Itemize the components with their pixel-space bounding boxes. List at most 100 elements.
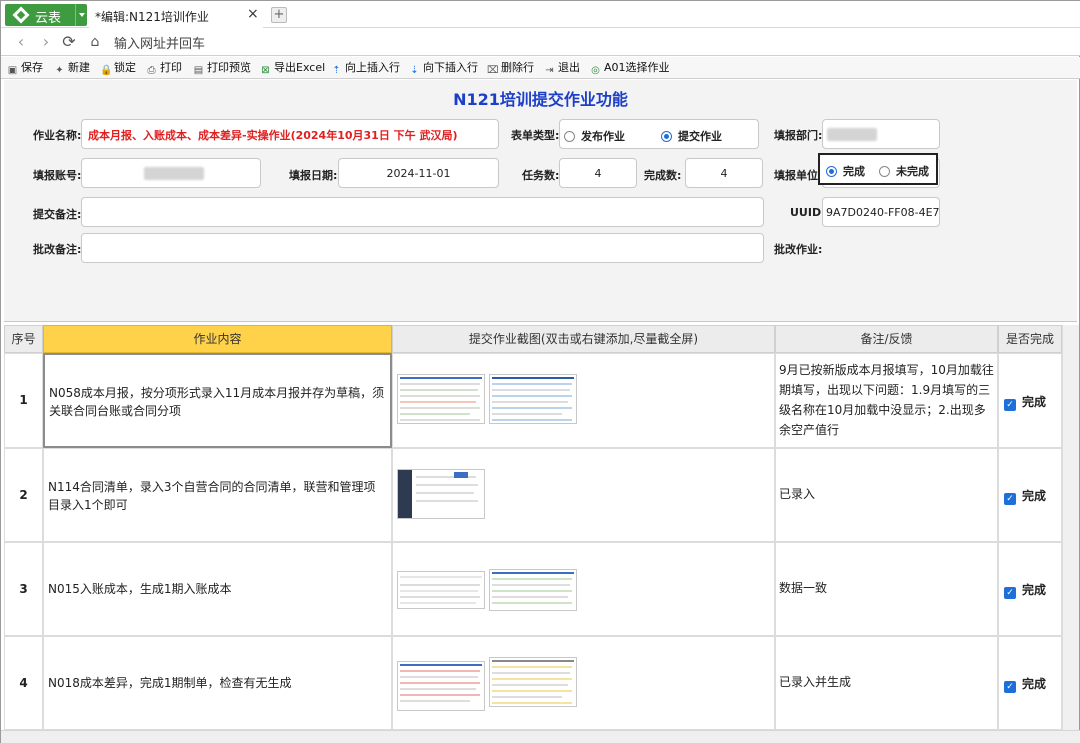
exit-button[interactable]: ⇥ 退出 xyxy=(544,60,580,76)
address-input[interactable]: 输入网址并回车 xyxy=(114,33,205,52)
print-button[interactable]: ⎙ 打印 xyxy=(146,60,183,76)
submit-note-field[interactable] xyxy=(81,197,764,227)
toolbar: ▣ 保存 ✦ 新建 🔒 锁定 ⎙ 打印 ▤ 打印预览 ⊠ 导出Excel ⇡ 向上插入行 ⇣ 向… xyxy=(1,57,1080,79)
screenshot-thumbnail[interactable] xyxy=(397,661,485,711)
row-screenshot-cell[interactable] xyxy=(392,542,775,636)
print-preview-button[interactable]: ▤ 打印预览 xyxy=(193,60,251,76)
tab-document[interactable]: *编辑:N121培训作业 × xyxy=(89,3,263,28)
insert-below-label: 向下插入行 xyxy=(423,61,478,74)
refresh-icon[interactable]: ⟳ xyxy=(59,32,79,52)
column-header-seq[interactable]: 序号 xyxy=(4,325,43,353)
row-done-cell[interactable]: ✓ 完成 xyxy=(998,448,1062,542)
screenshot-thumbnail[interactable] xyxy=(489,374,577,424)
radio-review-done[interactable]: 完成 xyxy=(826,163,865,179)
exit-label: 退出 xyxy=(558,61,580,74)
done-checkbox[interactable]: ✓ 完成 xyxy=(1004,675,1046,693)
chevron-down-icon[interactable] xyxy=(75,4,87,26)
dept-label: 填报部门: xyxy=(774,129,823,142)
row-screenshot-cell[interactable] xyxy=(392,353,775,448)
done-label: 完成 xyxy=(1022,583,1047,597)
new-button[interactable]: ✦ 新建 xyxy=(54,60,90,76)
form-type-field: 发布作业 提交作业 xyxy=(559,119,759,149)
lock-button[interactable]: 🔒 锁定 xyxy=(100,60,136,76)
screenshot-thumbnail[interactable] xyxy=(489,569,577,611)
done-checkbox[interactable]: ✓ 完成 xyxy=(1004,581,1046,599)
radio-on-icon xyxy=(661,131,672,142)
vertical-scrollbar[interactable] xyxy=(1062,325,1079,730)
app-window: 云表 *编辑:N121培训作业 × + ‹ › ⟳ ⌂ 输入网址并回车 ▣ 保存 … xyxy=(0,0,1080,743)
app-label: 云表 xyxy=(35,11,62,26)
close-icon[interactable]: × xyxy=(247,6,259,22)
radio-off-icon xyxy=(879,166,890,177)
screenshot-thumbnail[interactable] xyxy=(397,469,485,519)
radio-review-done-label: 完成 xyxy=(843,165,865,178)
radio-review-undone[interactable]: 未完成 xyxy=(879,163,929,179)
done-count-field[interactable]: 4 xyxy=(685,158,763,188)
done-checkbox[interactable]: ✓ 完成 xyxy=(1004,487,1046,505)
row-content-cell[interactable]: N018成本差异，完成1期制单，检查有无生成 xyxy=(43,636,392,730)
column-header-done[interactable]: 是否完成 xyxy=(998,325,1062,353)
radio-publish[interactable]: 发布作业 xyxy=(564,128,625,144)
done-label: 完成 xyxy=(1022,395,1047,409)
export-excel-label: 导出Excel xyxy=(274,61,326,74)
account-field[interactable] xyxy=(81,158,261,188)
row-content-cell[interactable]: N015入账成本，生成1期入账成本 xyxy=(43,542,392,636)
horizontal-scrollbar[interactable] xyxy=(1,730,1080,743)
row-note-cell[interactable]: 已录入并生成 xyxy=(775,636,998,730)
row-note-cell[interactable]: 9月已按新版成本月报填写，10月加载往期填写，出现以下问题：1.9月填写的三级名… xyxy=(775,353,998,448)
review-note-field[interactable] xyxy=(81,233,764,263)
row-content-cell[interactable]: N058成本月报，按分项形式录入11月成本月报并存为草稿，须关联合同台账或合同分… xyxy=(43,353,392,448)
navigation-bar: ‹ › ⟳ ⌂ 输入网址并回车 xyxy=(1,28,1080,56)
column-header-content[interactable]: 作业内容 xyxy=(43,325,392,353)
task-name-field[interactable]: 成本月报、入账成本、成本差异-实操作业(2024年10月31日 下午 武汉局) xyxy=(81,119,499,149)
checkbox-checked-icon: ✓ xyxy=(1004,681,1016,693)
preview-icon: ▤ xyxy=(193,65,204,76)
radio-submit[interactable]: 提交作业 xyxy=(661,128,722,144)
row-done-cell[interactable]: ✓ 完成 xyxy=(998,353,1062,448)
column-header-note[interactable]: 备注/反馈 xyxy=(775,325,998,353)
delete-row-button[interactable]: ⌧ 删除行 xyxy=(487,60,534,76)
row-screenshot-cell[interactable] xyxy=(392,636,775,730)
radio-review-undone-label: 未完成 xyxy=(896,165,929,178)
done-count-label: 完成数: xyxy=(644,169,682,182)
uuid-label: UUID: xyxy=(790,206,826,219)
done-checkbox[interactable]: ✓ 完成 xyxy=(1004,393,1046,411)
row-note-cell[interactable]: 已录入 xyxy=(775,448,998,542)
home-icon[interactable]: ⌂ xyxy=(85,32,105,52)
save-icon: ▣ xyxy=(7,65,18,76)
print-icon: ⎙ xyxy=(147,65,156,76)
save-button[interactable]: ▣ 保存 xyxy=(7,60,43,76)
row-screenshot-cell[interactable] xyxy=(392,448,775,542)
row-content-cell[interactable]: N114合同清单，录入3个自营合同的合同清单，联营和管理项目录入1个即可 xyxy=(43,448,392,542)
insert-above-button[interactable]: ⇡ 向上插入行 xyxy=(331,60,400,76)
lock-icon: 🔒 xyxy=(100,65,113,76)
export-excel-button[interactable]: ⊠ 导出Excel xyxy=(260,60,325,76)
row-done-cell[interactable]: ✓ 完成 xyxy=(998,542,1062,636)
submit-note-label: 提交备注: xyxy=(33,208,82,221)
insert-below-button[interactable]: ⇣ 向下插入行 xyxy=(409,60,478,76)
select-task-button[interactable]: ◎ A01选择作业 xyxy=(590,60,669,76)
forward-icon[interactable]: › xyxy=(36,32,56,52)
column-header-screenshot[interactable]: 提交作业截图(双击或右键添加,尽量截全屏) xyxy=(392,325,775,353)
date-field[interactable]: 2024-11-01 xyxy=(338,158,499,188)
redacted-value xyxy=(144,167,204,180)
screenshot-thumbnail[interactable] xyxy=(397,374,485,424)
select-icon: ◎ xyxy=(591,65,600,76)
task-count-field[interactable]: 4 xyxy=(559,158,637,188)
row-seq: 4 xyxy=(4,636,43,730)
print-preview-label: 打印预览 xyxy=(207,61,251,74)
new-tab-button[interactable]: + xyxy=(271,7,287,23)
app-menu-button[interactable]: 云表 xyxy=(5,4,87,26)
row-note-cell[interactable]: 数据一致 xyxy=(775,542,998,636)
screenshot-thumbnail[interactable] xyxy=(489,657,577,707)
radio-on-icon xyxy=(826,166,837,177)
uuid-field[interactable]: 9A7D0240-FF08-4E79- xyxy=(822,197,940,227)
row-done-cell[interactable]: ✓ 完成 xyxy=(998,636,1062,730)
checkbox-checked-icon: ✓ xyxy=(1004,493,1016,505)
screenshot-thumbnail[interactable] xyxy=(397,571,485,609)
delete-row-icon: ⌧ xyxy=(487,65,499,76)
insert-below-icon: ⇣ xyxy=(410,65,419,76)
dept-field[interactable] xyxy=(822,119,940,149)
back-icon[interactable]: ‹ xyxy=(11,32,31,52)
radio-off-icon xyxy=(564,131,575,142)
